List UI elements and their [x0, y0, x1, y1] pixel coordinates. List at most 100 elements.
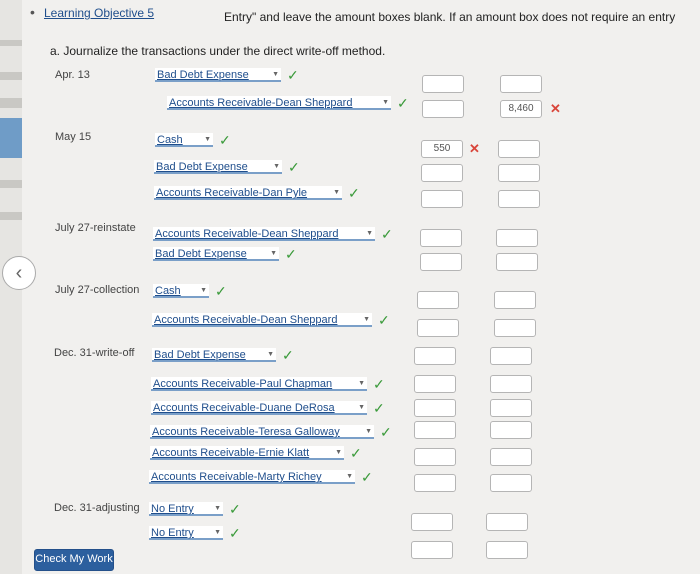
dropdown-arrow-icon[interactable]: ▼ — [200, 284, 207, 298]
instruction-text: Entry" and leave the amount boxes blank.… — [224, 10, 676, 24]
credit-input[interactable] — [496, 229, 538, 247]
check-icon: ✓ — [215, 283, 227, 299]
dropdown-arrow-icon[interactable]: ▼ — [363, 313, 370, 327]
dropdown-arrow-icon[interactable]: ▼ — [358, 377, 365, 391]
credit-input[interactable]: 8,460 — [500, 100, 542, 118]
check-icon: ✓ — [348, 185, 360, 201]
dropdown-arrow-icon[interactable]: ▼ — [267, 348, 274, 362]
credit-input[interactable] — [498, 164, 540, 182]
account-select[interactable]: Accounts Receivable-Dean Sheppard ▼ — [152, 313, 372, 327]
dropdown-arrow-icon[interactable]: ▼ — [204, 133, 211, 147]
check-icon: ✓ — [287, 67, 299, 83]
account-select[interactable]: No Entry ▼ — [149, 526, 223, 540]
credit-input[interactable] — [496, 253, 538, 271]
credit-input[interactable] — [490, 421, 532, 439]
debit-input[interactable] — [420, 253, 462, 271]
credit-input[interactable] — [490, 448, 532, 466]
debit-input[interactable] — [414, 399, 456, 417]
credit-input[interactable] — [490, 375, 532, 393]
check-icon: ✓ — [282, 347, 294, 363]
part-a-label: a. Journalize the transactions under the… — [50, 44, 386, 58]
dropdown-arrow-icon[interactable]: ▼ — [273, 160, 280, 174]
account-select[interactable]: Cash ▼ — [153, 284, 209, 298]
debit-input[interactable] — [417, 291, 459, 309]
debit-input[interactable] — [422, 100, 464, 118]
account-select-value: Bad Debt Expense — [157, 69, 249, 81]
account-select[interactable]: Accounts Receivable-Dean Sheppard ▼ — [153, 227, 375, 241]
dropdown-arrow-icon[interactable]: ▼ — [365, 425, 372, 439]
account-select[interactable]: Bad Debt Expense ▼ — [155, 68, 281, 82]
dropdown-arrow-icon[interactable]: ▼ — [214, 502, 221, 516]
credit-input[interactable] — [494, 291, 536, 309]
debit-input[interactable]: 550 — [421, 140, 463, 158]
dropdown-arrow-icon[interactable]: ▼ — [272, 68, 279, 82]
account-select-value: Accounts Receivable-Teresa Galloway — [152, 426, 340, 438]
check-icon: ✓ — [380, 424, 392, 440]
dropdown-arrow-icon[interactable]: ▼ — [333, 186, 340, 200]
account-select-value: No Entry — [151, 527, 194, 539]
dropdown-arrow-icon[interactable]: ▼ — [358, 401, 365, 415]
account-select[interactable]: Accounts Receivable-Dan Pyle ▼ — [154, 186, 342, 200]
account-select-value: Accounts Receivable-Dan Pyle — [156, 187, 308, 199]
debit-input[interactable] — [421, 164, 463, 182]
credit-input[interactable] — [490, 347, 532, 365]
account-select[interactable]: Accounts Receivable-Dean Sheppard ▼ — [167, 96, 391, 110]
account-select-value: Accounts Receivable-Dean Sheppard — [169, 97, 353, 109]
entry-date: May 15 — [55, 131, 92, 143]
credit-input[interactable] — [486, 513, 528, 531]
debit-input[interactable] — [417, 319, 459, 337]
account-select-value: Accounts Receivable-Duane DeRosa — [153, 402, 335, 414]
check-my-work-button[interactable]: Check My Work — [34, 549, 114, 571]
previous-arrow-icon[interactable]: ‹ — [2, 256, 36, 290]
debit-input[interactable] — [411, 541, 453, 559]
dropdown-arrow-icon[interactable]: ▼ — [346, 470, 353, 484]
debit-input[interactable] — [414, 421, 456, 439]
entry-date: Apr. 13 — [55, 69, 90, 81]
dropdown-arrow-icon[interactable]: ▼ — [382, 96, 389, 110]
debit-input[interactable] — [411, 513, 453, 531]
debit-input[interactable] — [420, 229, 462, 247]
debit-input[interactable] — [414, 375, 456, 393]
account-select[interactable]: Accounts Receivable-Duane DeRosa ▼ — [151, 401, 367, 415]
check-icon: ✓ — [288, 159, 300, 175]
account-select[interactable]: No Entry ▼ — [149, 502, 223, 516]
account-select[interactable]: Accounts Receivable-Marty Richey ▼ — [149, 470, 355, 484]
account-select[interactable]: Bad Debt Expense ▼ — [153, 247, 279, 261]
credit-input[interactable] — [498, 140, 540, 158]
entry-date: July 27-collection — [55, 284, 140, 296]
check-icon: ✓ — [373, 376, 385, 392]
debit-input[interactable] — [414, 347, 456, 365]
credit-input[interactable] — [498, 190, 540, 208]
dropdown-arrow-icon[interactable]: ▼ — [214, 526, 221, 540]
x-icon: ✕ — [550, 101, 561, 116]
credit-input[interactable] — [500, 75, 542, 93]
x-icon: ✕ — [469, 141, 480, 156]
credit-input[interactable] — [494, 319, 536, 337]
check-icon: ✓ — [285, 246, 297, 262]
account-select[interactable]: Cash ▼ — [155, 133, 213, 147]
check-icon: ✓ — [229, 525, 241, 541]
credit-input[interactable] — [490, 399, 532, 417]
account-select[interactable]: Accounts Receivable-Teresa Galloway ▼ — [150, 425, 374, 439]
debit-input[interactable] — [421, 190, 463, 208]
credit-input[interactable] — [490, 474, 532, 492]
account-select[interactable]: Accounts Receivable-Ernie Klatt ▼ — [150, 446, 344, 460]
credit-input[interactable] — [486, 541, 528, 559]
dropdown-arrow-icon[interactable]: ▼ — [366, 227, 373, 241]
check-icon: ✓ — [381, 226, 393, 242]
debit-input[interactable] — [414, 448, 456, 466]
bullet: • — [30, 4, 35, 20]
account-select-value: Accounts Receivable-Marty Richey — [151, 471, 322, 483]
account-select-value: Accounts Receivable-Ernie Klatt — [152, 447, 310, 459]
dropdown-arrow-icon[interactable]: ▼ — [335, 446, 342, 460]
debit-input[interactable] — [414, 474, 456, 492]
account-select[interactable]: Bad Debt Expense ▼ — [152, 348, 276, 362]
account-select-value: Bad Debt Expense — [155, 248, 247, 260]
account-select[interactable]: Bad Debt Expense ▼ — [154, 160, 282, 174]
learning-objective-link[interactable]: Learning Objective 5 — [44, 6, 154, 20]
debit-input[interactable] — [422, 75, 464, 93]
check-icon: ✓ — [378, 312, 390, 328]
dropdown-arrow-icon[interactable]: ▼ — [270, 247, 277, 261]
check-icon: ✓ — [373, 400, 385, 416]
account-select[interactable]: Accounts Receivable-Paul Chapman ▼ — [151, 377, 367, 391]
